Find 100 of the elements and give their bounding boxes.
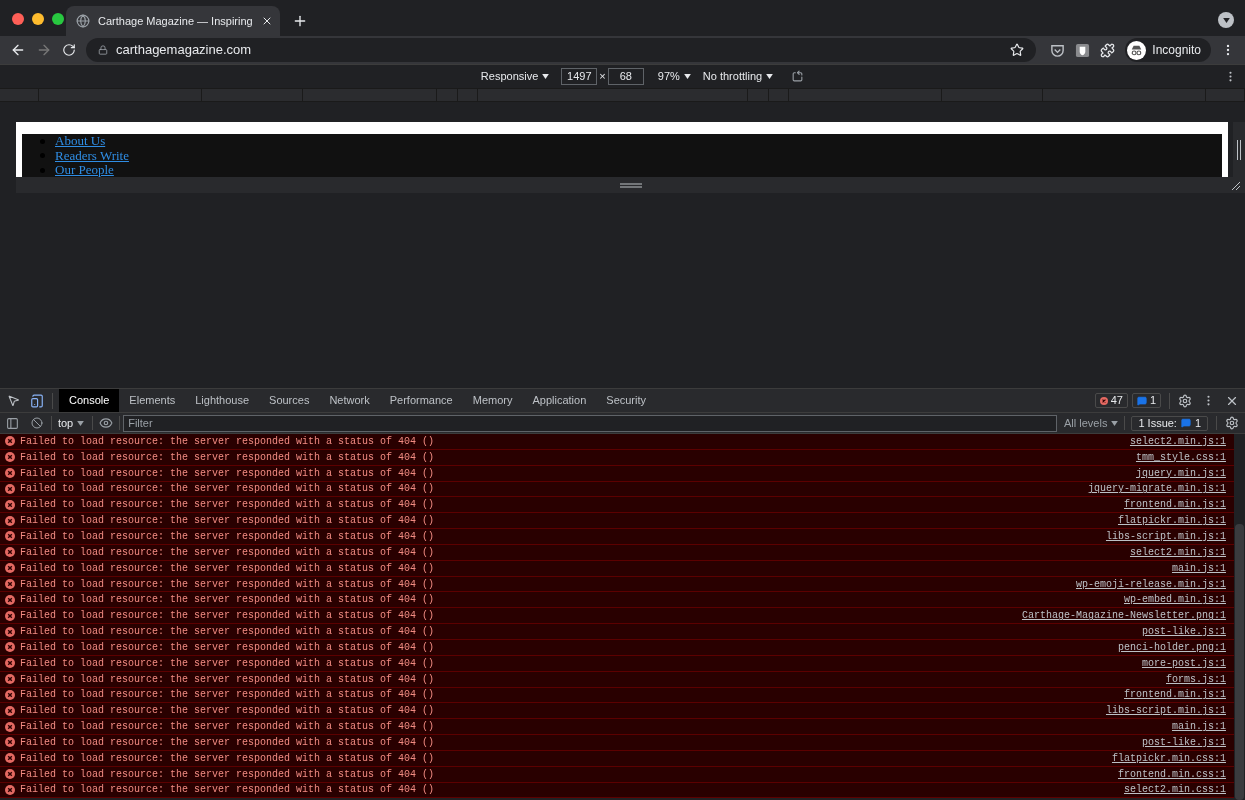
error-message: Failed to load resource: the server responded with a status of 404 () <box>20 767 436 782</box>
nav-link[interactable]: Readers Write <box>55 148 129 163</box>
source-link[interactable]: jquery.min.js:1 <box>1136 465 1226 481</box>
source-link[interactable]: select2.min.js:1 <box>1130 434 1226 449</box>
zoom-dropdown[interactable]: 97% <box>657 68 691 85</box>
caret-icon <box>77 420 85 426</box>
forward-icon[interactable] <box>36 42 52 58</box>
source-link[interactable]: main.js:1 <box>1172 719 1226 735</box>
clear-console-icon[interactable] <box>30 417 43 429</box>
devtools-tab[interactable]: Performance <box>379 389 463 412</box>
error-icon <box>5 769 15 780</box>
side-resize-handle[interactable] <box>1233 122 1245 177</box>
devtools-tab[interactable]: Sources <box>259 389 320 412</box>
error-message: Failed to load resource: the server responded with a status of 404 () <box>20 514 436 529</box>
source-link[interactable]: frontend.min.js:1 <box>1123 687 1226 703</box>
error-message: Failed to load resource: the server responded with a status of 404 () <box>20 656 436 671</box>
profile-button[interactable]: Incognito <box>1125 38 1211 62</box>
message-count-badge[interactable]: 1 <box>1131 393 1161 408</box>
devtools-tab[interactable]: Console <box>59 389 120 412</box>
tab-search-button[interactable] <box>1218 12 1234 28</box>
close-window-button[interactable] <box>12 13 24 25</box>
caret-icon <box>766 74 774 79</box>
bookmark-star-icon[interactable] <box>1010 43 1025 57</box>
source-link[interactable]: frontend.min.js:1 <box>1123 497 1226 513</box>
filter-field[interactable]: Filter <box>123 414 1057 432</box>
devtools-tab[interactable]: Network <box>319 389 380 412</box>
error-icon <box>5 579 15 589</box>
source-link[interactable]: penci-holder.png:1 <box>1117 639 1226 655</box>
error-message: Failed to load resource: the server responded with a status of 404 () <box>20 530 436 544</box>
error-icon <box>5 753 15 764</box>
back-icon[interactable] <box>10 42 26 58</box>
throttling-dropdown[interactable]: No throttling <box>702 68 774 85</box>
error-message: Failed to load resource: the server responded with a status of 404 () <box>20 450 436 465</box>
inspect-icon[interactable] <box>7 394 20 407</box>
error-message: Failed to load resource: the server responded with a status of 404 () <box>20 783 436 798</box>
live-expression-icon[interactable] <box>99 416 114 430</box>
source-link[interactable]: tmm_style.css:1 <box>1136 449 1226 465</box>
width-field[interactable]: 1497 <box>561 68 598 85</box>
source-link[interactable]: select2.min.css:1 <box>1123 782 1226 798</box>
levels-dropdown[interactable]: All levels <box>1064 414 1119 432</box>
devtools-tab[interactable]: Lighthouse <box>185 389 260 412</box>
error-icon <box>5 468 15 479</box>
source-link[interactable]: more-post.js:1 <box>1142 655 1226 671</box>
error-message: Failed to load resource: the server responded with a status of 404 () <box>20 640 436 655</box>
error-icon <box>5 642 15 653</box>
times-sign: × <box>599 69 606 85</box>
caret-icon <box>542 74 550 79</box>
nav-link[interactable]: Our People <box>55 163 114 177</box>
caret-icon <box>1111 420 1119 426</box>
error-message: Failed to load resource: the server responded with a status of 404 () <box>20 545 436 560</box>
devtools-tab[interactable]: Memory <box>462 389 523 412</box>
source-link[interactable]: flatpickr.min.js:1 <box>1117 513 1226 529</box>
source-link[interactable]: jquery-migrate.min.js:1 <box>1087 481 1226 497</box>
devtools-tab[interactable]: Application <box>522 389 597 412</box>
source-link[interactable]: main.js:1 <box>1172 560 1226 576</box>
context-dropdown[interactable]: top <box>57 414 85 432</box>
error-message: Failed to load resource: the server responded with a status of 404 () <box>20 688 436 703</box>
source-link[interactable]: post-like.js:1 <box>1142 624 1226 640</box>
devtools-tab[interactable]: Elements <box>119 389 186 412</box>
console-settings-icon[interactable] <box>1225 416 1239 430</box>
issues-button[interactable]: 1 Issue: 1 <box>1131 415 1209 431</box>
source-link[interactable]: frontend.min.css:1 <box>1117 766 1226 782</box>
error-message: Failed to load resource: the server responded with a status of 404 () <box>20 466 436 481</box>
browser-tab[interactable]: Carthage Magazine — Inspiring <box>66 6 280 36</box>
maximize-window-button[interactable] <box>52 13 64 25</box>
device-toggle-icon[interactable] <box>30 393 44 408</box>
source-link[interactable]: forms.js:1 <box>1166 671 1226 687</box>
error-message: Failed to load resource: the server responded with a status of 404 () <box>20 577 436 592</box>
source-link[interactable]: Carthage-Magazine-Newsletter.png:1 <box>1021 608 1226 624</box>
extensions-icon[interactable] <box>1100 42 1116 58</box>
height-field[interactable]: 68 <box>607 68 644 85</box>
devtools-tab[interactable]: Security <box>596 389 657 412</box>
error-message: Failed to load resource: the server responded with a status of 404 () <box>20 593 436 608</box>
nav-link[interactable]: About Us <box>55 134 106 149</box>
pocket-icon[interactable] <box>1050 42 1066 58</box>
source-link[interactable]: libs-script.min.js:1 <box>1105 703 1226 719</box>
address-field[interactable]: carthagemagazine.com <box>86 38 1037 62</box>
source-link[interactable]: flatpickr.min.css:1 <box>1111 750 1226 766</box>
rotate-icon[interactable] <box>791 70 805 83</box>
error-icon <box>5 785 15 795</box>
source-link[interactable]: select2.min.js:1 <box>1130 544 1226 560</box>
device-mode-dropdown[interactable]: Responsive <box>480 68 550 85</box>
error-icon <box>5 452 15 463</box>
error-message: Failed to load resource: the server responded with a status of 404 () <box>20 498 436 513</box>
reload-icon[interactable] <box>62 43 76 57</box>
source-link[interactable]: wp-embed.min.js:1 <box>1123 592 1226 608</box>
corner-resize-icon[interactable] <box>1231 181 1241 191</box>
new-tab-icon[interactable] <box>292 13 308 29</box>
source-link[interactable]: libs-script.min.js:1 <box>1105 529 1226 544</box>
caret-icon <box>1222 17 1230 23</box>
source-link[interactable]: wp-emoji-release.min.js:1 <box>1075 576 1226 592</box>
shield-icon[interactable] <box>1075 42 1091 58</box>
minimize-window-button[interactable] <box>32 13 44 25</box>
error-count-badge[interactable]: 47 <box>1094 393 1128 408</box>
sidebar-toggle-icon[interactable] <box>6 416 19 430</box>
drag-handle-icon <box>619 182 642 188</box>
settings-icon[interactable] <box>1178 393 1192 408</box>
lock-icon <box>98 45 108 55</box>
tab-title: Carthage Magazine — Inspiring <box>98 13 253 29</box>
source-link[interactable]: post-like.js:1 <box>1142 734 1226 750</box>
